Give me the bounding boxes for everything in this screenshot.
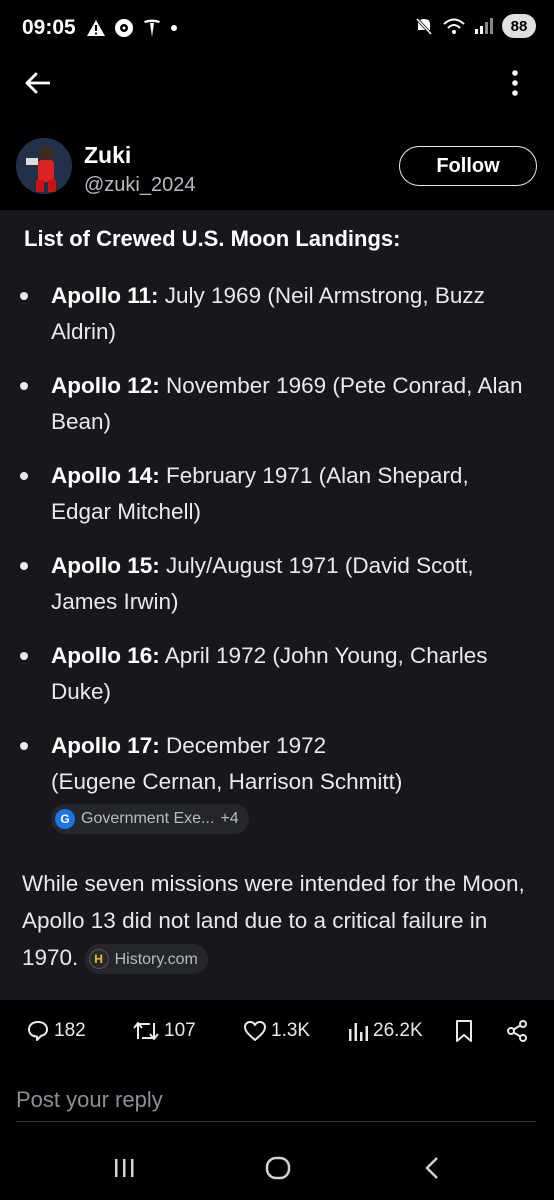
avatar[interactable] <box>16 138 72 194</box>
repost-icon <box>133 1022 159 1040</box>
views-button[interactable]: 26.2K <box>347 1006 423 1056</box>
views-icon <box>349 1023 368 1041</box>
bookmark-button[interactable] <box>454 1006 474 1056</box>
mission-name: Apollo 11: <box>51 283 159 308</box>
status-time: 09:05 <box>22 16 76 39</box>
bullet <box>20 292 28 300</box>
list-item: Apollo 16: April 1972 (John Young, Charl… <box>0 638 554 710</box>
reply-button[interactable]: 182 <box>26 1006 86 1056</box>
mission-list: Apollo 11: July 1969 (Neil Armstrong, Bu… <box>0 278 554 854</box>
recent-apps-icon <box>115 1159 134 1177</box>
system-nav-bar <box>0 1135 554 1200</box>
source-extra-count: +4 <box>220 810 239 828</box>
chevron-left-icon <box>425 1157 438 1179</box>
more-vertical-icon <box>512 70 518 96</box>
recent-apps-button[interactable] <box>104 1153 144 1183</box>
bookmark-icon <box>456 1020 472 1042</box>
warning-icon <box>86 20 105 36</box>
system-back-button[interactable] <box>412 1153 452 1183</box>
wifi-icon <box>443 18 465 34</box>
author-name[interactable]: Zuki <box>84 142 131 169</box>
home-button[interactable] <box>258 1153 298 1183</box>
bullet <box>20 562 28 570</box>
share-icon <box>507 1020 527 1042</box>
source-chip-government-executive[interactable]: G Government Exe... +4 <box>51 804 249 835</box>
bullet <box>20 742 28 750</box>
like-count: 1.3K <box>271 1020 311 1041</box>
heart-icon <box>244 1021 266 1041</box>
action-bar: 182 107 1.3K 26.2K <box>0 1006 554 1056</box>
arrow-left-icon <box>25 72 50 94</box>
source-label: Government Exe... <box>81 810 215 828</box>
list-item: Apollo 15: July/August 1971 (David Scott… <box>0 548 554 620</box>
list-item: Apollo 12: November 1969 (Pete Conrad, A… <box>0 368 554 440</box>
tesla-icon <box>143 19 160 37</box>
status-bar: 09:05 88 <box>0 0 554 56</box>
battery-indicator: 88 <box>502 14 536 38</box>
google-icon: G <box>55 809 75 830</box>
bullet <box>20 472 28 480</box>
follow-button[interactable]: Follow <box>399 146 537 186</box>
top-nav <box>0 56 554 108</box>
reply-input[interactable] <box>16 1078 536 1122</box>
mission-name: Apollo 16: <box>51 643 160 668</box>
history-logo-icon: H <box>88 949 109 970</box>
mission-name: Apollo 17: <box>51 733 160 758</box>
source-label: History.com <box>114 950 198 968</box>
like-button[interactable]: 1.3K <box>243 1006 310 1056</box>
mission-name: Apollo 15: <box>51 553 160 578</box>
bullet <box>20 382 28 390</box>
list-item: Apollo 14: February 1971 (Alan Shepard, … <box>0 458 554 530</box>
mission-name: Apollo 14: <box>51 463 160 488</box>
list-item: Apollo 17: December 1972 (Eugene Cernan,… <box>0 728 554 836</box>
summary-paragraph: While seven missions were intended for t… <box>22 865 537 976</box>
list-title: List of Crewed U.S. Moon Landings: <box>24 226 401 251</box>
dot-icon <box>170 25 177 31</box>
back-button[interactable] <box>20 66 54 100</box>
share-button[interactable] <box>505 1006 529 1056</box>
home-icon <box>265 1156 291 1180</box>
author-row: Zuki @zuki_2024 Follow <box>0 132 554 202</box>
repost-count: 107 <box>164 1020 196 1041</box>
signal-icon <box>475 18 493 34</box>
list-item: Apollo 11: July 1969 (Neil Armstrong, Bu… <box>0 278 554 350</box>
mute-icon <box>415 17 433 36</box>
repost-button[interactable]: 107 <box>132 1006 196 1056</box>
mission-name: Apollo 12: <box>51 373 160 398</box>
source-chip-history[interactable]: H History.com <box>84 944 208 975</box>
author-handle[interactable]: @zuki_2024 <box>84 174 195 197</box>
music-icon <box>114 19 133 37</box>
bullet <box>20 652 28 660</box>
more-options-button[interactable] <box>498 66 532 100</box>
post-content: List of Crewed U.S. Moon Landings: Apoll… <box>0 210 554 1000</box>
comment-icon <box>28 1021 48 1041</box>
reply-count: 182 <box>54 1020 86 1041</box>
view-count: 26.2K <box>373 1020 423 1041</box>
